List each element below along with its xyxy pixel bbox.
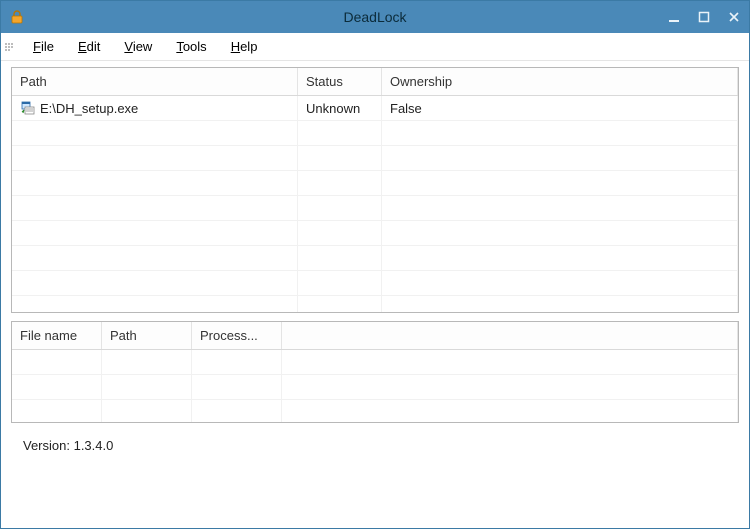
col-header-process[interactable]: Process... <box>192 322 282 349</box>
minimize-button[interactable] <box>659 1 689 33</box>
processes-grid[interactable]: File name Path Process... <box>11 321 739 423</box>
table-row <box>12 375 738 400</box>
exe-file-icon <box>20 100 36 116</box>
menu-file-rest: ile <box>41 39 54 54</box>
files-grid[interactable]: Path Status Ownership <box>11 67 739 313</box>
processes-grid-body <box>12 350 738 422</box>
table-row <box>12 221 738 246</box>
maximize-button[interactable] <box>689 1 719 33</box>
menu-tools-rest: ools <box>183 39 207 54</box>
col-header-status[interactable]: Status <box>298 68 382 95</box>
content-area: Path Status Ownership <box>1 61 749 528</box>
cell-path-text: E:\DH_setup.exe <box>40 101 138 116</box>
table-row <box>12 121 738 146</box>
titlebar[interactable]: DeadLock <box>1 1 749 33</box>
version-label: Version: 1.3.4.0 <box>23 438 113 453</box>
toolbar-grip-icon <box>5 38 15 56</box>
menu-edit-rest: dit <box>87 39 101 54</box>
cell-path: E:\DH_setup.exe <box>12 96 298 120</box>
cell-ownership: False <box>382 96 738 120</box>
close-button[interactable] <box>719 1 749 33</box>
table-row <box>12 350 738 375</box>
col-header-path[interactable]: Path <box>12 68 298 95</box>
processes-grid-header: File name Path Process... <box>12 322 738 350</box>
col-header-ownership[interactable]: Ownership <box>382 68 738 95</box>
menu-edit[interactable]: Edit <box>66 35 112 58</box>
table-row <box>12 246 738 271</box>
files-grid-header: Path Status Ownership <box>12 68 738 96</box>
lock-icon <box>9 9 25 25</box>
col-header-filename[interactable]: File name <box>12 322 102 349</box>
table-row <box>12 400 738 422</box>
table-row <box>12 171 738 196</box>
col-header-spacer <box>282 322 738 349</box>
files-grid-body: E:\DH_setup.exe Unknown False <box>12 96 738 312</box>
table-row <box>12 296 738 312</box>
table-row <box>12 196 738 221</box>
menu-view[interactable]: View <box>112 35 164 58</box>
cell-status: Unknown <box>298 96 382 120</box>
menu-file[interactable]: File <box>21 35 66 58</box>
menubar: File Edit View Tools Help <box>1 33 749 61</box>
table-row <box>12 146 738 171</box>
window-title: DeadLock <box>343 9 406 25</box>
menu-view-rest: iew <box>133 39 153 54</box>
menu-tools[interactable]: Tools <box>164 35 218 58</box>
window-controls <box>659 1 749 33</box>
app-window: DeadLock File Edit View Tools Help Path … <box>0 0 750 529</box>
col-header-path2[interactable]: Path <box>102 322 192 349</box>
menu-help-rest: elp <box>240 39 257 54</box>
table-row[interactable]: E:\DH_setup.exe Unknown False <box>12 96 738 121</box>
statusbar: Version: 1.3.4.0 <box>11 431 739 459</box>
table-row <box>12 271 738 296</box>
menu-help[interactable]: Help <box>219 35 270 58</box>
